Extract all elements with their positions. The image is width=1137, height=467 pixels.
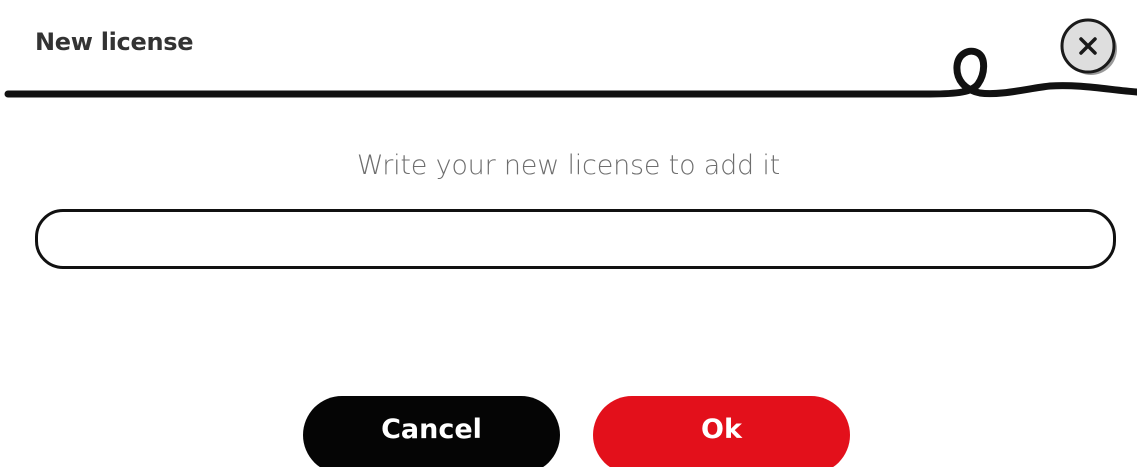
close-icon [1060, 18, 1117, 75]
ok-button[interactable]: Ok [593, 396, 850, 467]
license-input[interactable] [35, 209, 1116, 269]
new-license-dialog: New license Write your new license to ad… [0, 0, 1137, 467]
cancel-button[interactable]: Cancel [303, 396, 560, 467]
dialog-title: New license [35, 28, 194, 56]
close-button[interactable] [1058, 16, 1120, 78]
dialog-instructions: Write your new license to add it [356, 150, 781, 181]
